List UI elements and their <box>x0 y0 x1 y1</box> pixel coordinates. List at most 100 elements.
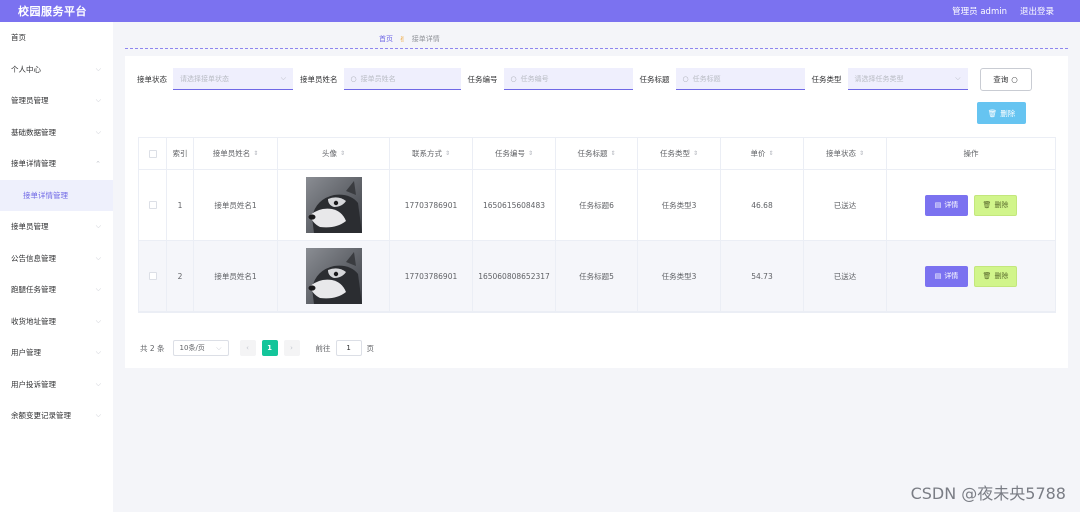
sort-icon[interactable]: ⇕ <box>768 150 773 157</box>
avatar <box>305 248 362 304</box>
select-all-cell <box>139 138 167 169</box>
batch-delete-label: 删除 <box>1000 108 1016 118</box>
sort-icon[interactable]: ⇕ <box>253 150 258 157</box>
chevron-down-icon: ⌵ <box>95 127 101 136</box>
task-title-input[interactable]: ○ 任务标题 <box>675 68 805 90</box>
status-select[interactable]: 请选择接单状态 ⌵ <box>173 68 293 90</box>
sidebar-item-label: 基础数据管理 <box>11 127 56 137</box>
sidebar-item-admins[interactable]: 管理员管理 ⌵ <box>0 85 113 117</box>
name-cell: 接单员姓名1 <box>194 170 278 240</box>
column-header[interactable]: 头像 ⇕ <box>278 138 390 169</box>
page-number[interactable]: 1 <box>261 340 278 356</box>
delete-button[interactable]: 🗑 删除 <box>974 194 1017 216</box>
search-icon: ○ <box>1011 74 1018 84</box>
breadcrumb-current: 接单详情 <box>411 35 440 43</box>
detail-button[interactable]: ▤ 详情 <box>925 194 968 216</box>
type-cell: 任务类型3 <box>638 241 721 311</box>
task-title-placeholder: 任务标题 <box>692 74 721 83</box>
chevron-down-icon: ⌵ <box>95 316 101 325</box>
sidebar-item-balance-log[interactable]: 余额变更记录管理 ⌵ <box>0 400 113 432</box>
name-placeholder: 接单员姓名 <box>360 74 396 83</box>
sidebar-item-users[interactable]: 用户管理 ⌵ <box>0 337 113 369</box>
task-type-select[interactable]: 请选择任务类型 ⌵ <box>847 68 968 90</box>
column-header[interactable]: 接单状态 ⇕ <box>804 138 887 169</box>
list-panel: 接单状态 请选择接单状态 ⌵ 接单员姓名 ○ 接单员姓名 任务编号 ○ 任务编号… <box>125 56 1068 368</box>
column-header[interactable]: 任务标题 ⇕ <box>556 138 638 169</box>
victory-hand-icon: ✌ <box>399 34 406 44</box>
actions-cell: ▤ 详情 🗑 删除 <box>887 170 1055 240</box>
sidebar: 首页 个人中心 ⌵ 管理员管理 ⌵ 基础数据管理 ⌵ 接单详情管理 ⌃ 接单详情管理 接… <box>0 22 113 512</box>
sort-icon[interactable]: ⇕ <box>445 150 450 157</box>
sidebar-item-base-data[interactable]: 基础数据管理 ⌵ <box>0 117 113 149</box>
row-checkbox[interactable] <box>148 201 157 209</box>
table-row: 2 接单员姓名1 17703786901 165060808652317 任务标… <box>139 241 1055 312</box>
sidebar-item-couriers[interactable]: 接单员管理 ⌵ <box>0 211 113 243</box>
status-cell: 已送达 <box>804 170 887 240</box>
index-cell: 2 <box>167 241 194 311</box>
sidebar-item-notices[interactable]: 公告信息管理 ⌵ <box>0 243 113 275</box>
logout-link[interactable]: 退出登录 <box>1020 5 1054 17</box>
batch-delete-button[interactable]: 🗑 删除 <box>977 102 1026 124</box>
name-input[interactable]: ○ 接单员姓名 <box>343 68 461 90</box>
column-header[interactable]: 任务编号 ⇕ <box>473 138 556 169</box>
sidebar-item-label: 接单员管理 <box>11 222 49 232</box>
column-header: 操作 <box>963 149 979 158</box>
name-label: 接单员姓名 <box>300 74 338 84</box>
next-page-button[interactable]: › <box>283 340 300 356</box>
chevron-down-icon: ⌵ <box>95 222 101 231</box>
query-button[interactable]: 查询 ○ <box>979 67 1032 91</box>
column-header[interactable]: 任务类型 ⇕ <box>638 138 721 169</box>
sidebar-item-addresses[interactable]: 收货地址管理 ⌵ <box>0 306 113 338</box>
admin-label[interactable]: 管理员 admin <box>952 5 1007 17</box>
watermark: CSDN @夜未央5788 <box>910 484 1066 503</box>
sidebar-item-order-details[interactable]: 接单详情管理 ⌃ <box>0 148 113 180</box>
sidebar-item-profile[interactable]: 个人中心 ⌵ <box>0 54 113 86</box>
top-right-menu: 管理员 admin 退出登录 <box>952 5 1080 17</box>
husky-photo <box>305 248 362 304</box>
chevron-down-icon: ⌵ <box>95 411 101 420</box>
breadcrumb-home[interactable]: 首页 <box>379 34 393 44</box>
type-cell: 任务类型3 <box>638 170 721 240</box>
sidebar-subitem-order-details[interactable]: 接单详情管理 <box>0 179 113 211</box>
actions-cell: ▤ 详情 🗑 删除 <box>887 241 1055 311</box>
chevron-down-icon: ⌵ <box>95 96 101 105</box>
chevron-down-icon: ⌵ <box>955 74 961 82</box>
top-bar: 校园服务平台 管理员 admin 退出登录 <box>0 0 1080 22</box>
column-header[interactable]: 接单员姓名 ⇕ <box>194 138 278 169</box>
chevron-up-icon: ⌃ <box>95 159 101 168</box>
column-header[interactable]: 联系方式 ⇕ <box>390 138 473 169</box>
prev-page-button[interactable]: ‹ <box>239 340 256 356</box>
phone-cell: 17703786901 <box>390 241 473 311</box>
row-checkbox[interactable] <box>148 272 157 280</box>
delete-button[interactable]: 🗑 删除 <box>974 265 1017 287</box>
search-icon: ○ <box>350 74 357 83</box>
sort-icon[interactable]: ⇕ <box>693 150 698 157</box>
goto-page-input[interactable]: 1 <box>335 340 362 356</box>
sort-icon[interactable]: ⇕ <box>859 150 864 157</box>
chevron-down-icon: ⌵ <box>95 64 101 73</box>
chevron-down-icon: ⌵ <box>95 348 101 357</box>
sidebar-item-complaints[interactable]: 用户投诉管理 ⌵ <box>0 369 113 401</box>
sidebar-item-label: 跑腿任务管理 <box>11 285 56 295</box>
total-count: 共 2 条 <box>140 343 165 353</box>
status-cell: 已送达 <box>804 241 887 311</box>
sidebar-item-label: 收货地址管理 <box>11 316 56 326</box>
page-size-select[interactable]: 10条/页 ⌵ <box>172 340 229 356</box>
sidebar-item-errands[interactable]: 跑腿任务管理 ⌵ <box>0 274 113 306</box>
column-header[interactable]: 单价 ⇕ <box>721 138 804 169</box>
sidebar-item-home[interactable]: 首页 <box>0 22 113 54</box>
task-no-cell: 1650615608483 <box>473 170 556 240</box>
select-all-checkbox[interactable] <box>148 149 157 158</box>
task-no-cell: 165060808652317 <box>473 241 556 311</box>
trash-icon: 🗑 <box>987 108 998 118</box>
sort-icon[interactable]: ⇕ <box>528 150 533 157</box>
sort-icon[interactable]: ⇕ <box>340 150 345 157</box>
task-type-placeholder: 请选择任务类型 <box>854 74 904 83</box>
data-table: 索引 接单员姓名 ⇕ 头像 ⇕ 联系方式 ⇕ 任务编号 ⇕ 任务标题 ⇕ 任务类型 ⇕ 单价… <box>138 137 1056 313</box>
sort-icon[interactable]: ⇕ <box>610 150 615 157</box>
detail-button[interactable]: ▤ 详情 <box>925 265 968 287</box>
task-no-input[interactable]: ○ 任务编号 <box>503 68 633 90</box>
search-icon: ○ <box>510 74 517 83</box>
status-placeholder: 请选择接单状态 <box>180 74 229 83</box>
price-cell: 54.73 <box>721 241 804 311</box>
